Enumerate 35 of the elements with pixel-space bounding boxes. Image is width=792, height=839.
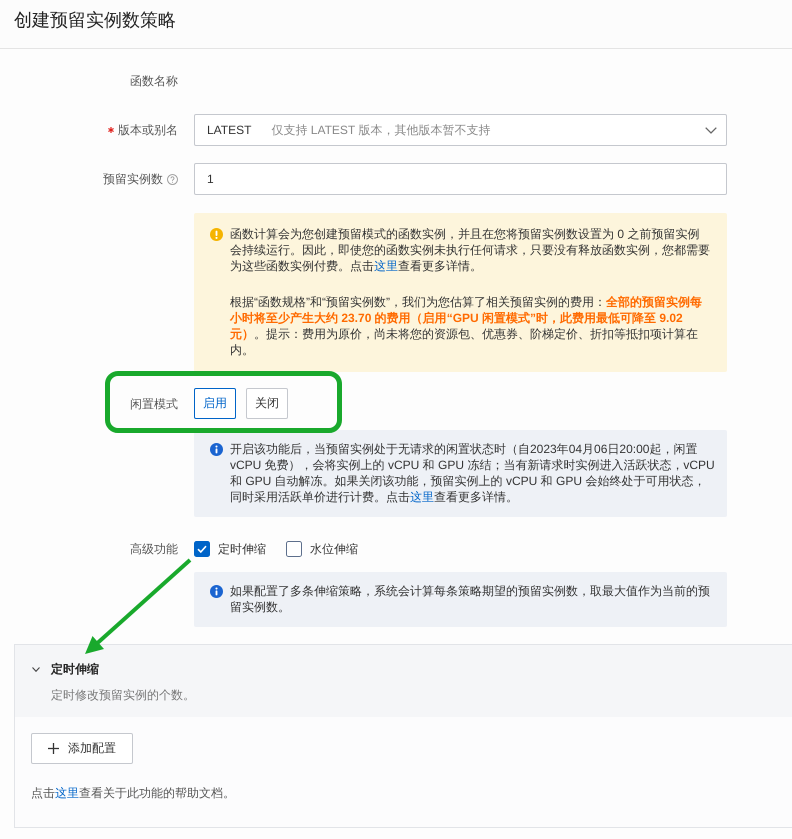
notice-text: 如果配置了多条伸缩策略，系统会计算每条策略期望的预留实例数，取最大值作为当前的预留实例数。 (230, 583, 711, 615)
notice-text: 根据“函数规格”和“预留实例数”，我们为您估算了相关预留实例的费用：全部的预留实例每小时将至少产生大约 23.70 的费用（启用“GPU 闲置模式”时，此费用最低可降至 9.02 元）。提示：费用为原价，尚未将您的资源包、优惠券、阶梯定价、折扣等抵扣项计算在内。 (230, 294, 703, 358)
chevron-down-icon[interactable] (32, 666, 40, 672)
select-hint: 仅支持 LATEST 版本，其他版本暂不支持 (271, 122, 490, 138)
notice-text: 函数计算会为您创建预留模式的函数实例，并且在您将预留实例数设置为 0 之前预留实例会持续运行。因此，即使您的函数实例未执行任何请求，只要没有释放函数实例，您都需要为这些函数实例付费。点击这里查看更多详情。 (230, 226, 710, 274)
field-label: 闲置模式 (130, 396, 178, 412)
segment-button[interactable]: 关闭 (246, 388, 288, 419)
panel-description: 定时修改预留实例的个数。 (51, 687, 195, 703)
panel-title: 定时伸缩 (51, 661, 99, 677)
field-label: 预留实例数 (103, 171, 163, 187)
version-select[interactable]: LATEST 仅支持 LATEST 版本，其他版本暂不支持 (194, 114, 727, 146)
info-icon (210, 584, 223, 598)
add-config-button[interactable]: 添加配置 (31, 733, 133, 764)
field-label: 函数名称 (130, 73, 178, 89)
checkbox-label[interactable]: 水位伸缩 (310, 540, 358, 558)
plus-icon (48, 743, 59, 754)
segment-button[interactable]: 启用 (194, 388, 236, 419)
notice-text: 开启该功能后，当预留实例处于无请求的闲置状态时（自2023年04月06日20:00起，闲置 vCPU 免费），会将实例上的 vCPU 和 GPU 冻结；当有新请求时实例进入活跃状态，vCPU 和 GPU 自动解冻。如果关闭该功能，预留实例上的 vCPU 和 GPU 会始终处于可用状态，同时采用活跃单价进行计费。点击这里查看更多详情。 (230, 441, 715, 505)
help-link[interactable]: 这里 (55, 786, 79, 800)
field-label: 高级功能 (130, 541, 178, 557)
checkbox[interactable] (194, 541, 210, 557)
info-icon (210, 442, 223, 456)
instance-count-input[interactable]: 1 (194, 163, 727, 195)
checkbox[interactable] (286, 541, 302, 557)
checkbox-label[interactable]: 定时伸缩 (218, 540, 266, 558)
field-label: 版本或别名 (118, 122, 178, 138)
select-value: LATEST (207, 123, 252, 137)
help-text: 点击这里查看关于此功能的帮助文档。 (31, 785, 235, 801)
details-link[interactable]: 这里 (410, 490, 434, 504)
warning-icon (210, 228, 223, 240)
help-icon[interactable] (167, 174, 178, 184)
panel-header[interactable]: 定时伸缩 定时修改预留实例的个数。 (15, 645, 792, 717)
chevron-down-icon (705, 126, 717, 134)
page-title: 创建预留实例数策略 (14, 9, 176, 32)
details-link[interactable]: 这里 (374, 259, 398, 273)
